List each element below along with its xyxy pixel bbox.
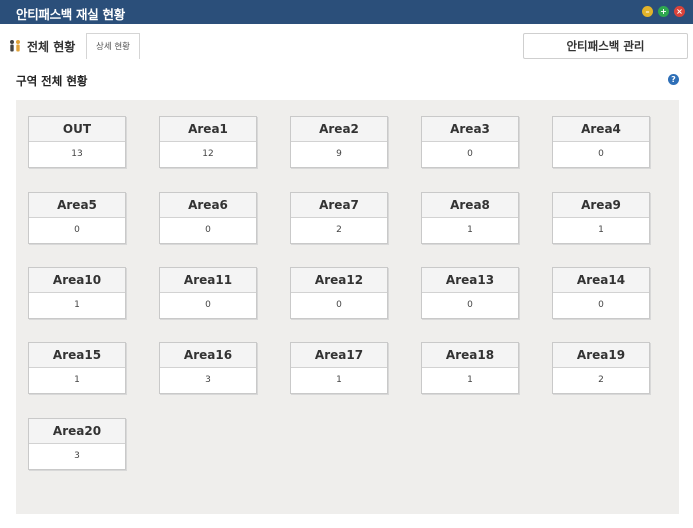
area-count: 0 [336,300,342,310]
area-card[interactable]: Area3 0 [421,116,519,168]
area-name: Area2 [291,117,387,142]
area-card[interactable]: Area4 0 [552,116,650,168]
area-count: 0 [467,300,473,310]
area-count: 0 [598,149,604,159]
area-card[interactable]: Area17 1 [290,342,388,394]
area-grid-panel: OUT 13 Area1 12 Area2 9 Area3 0 Area4 0 Area5 0 Area… [16,100,679,514]
area-card[interactable]: Area18 1 [421,342,519,394]
area-name: Area11 [160,268,256,293]
area-card[interactable]: Area2 9 [290,116,388,168]
minimize-icon[interactable]: – [642,6,653,17]
area-card[interactable]: Area9 1 [552,192,650,244]
area-card[interactable]: Area13 0 [421,267,519,319]
area-count: 0 [598,300,604,310]
area-name: Area3 [422,117,518,142]
area-name: Area10 [29,268,125,293]
area-card[interactable]: OUT 13 [28,116,126,168]
area-name: Area17 [291,343,387,368]
area-name: Area4 [553,117,649,142]
area-card[interactable]: Area1 12 [159,116,257,168]
area-count: 1 [74,300,80,310]
tab-overview-label: 전체 현황 [27,39,76,54]
area-count: 1 [467,375,473,385]
area-name: Area18 [422,343,518,368]
area-name: Area5 [29,193,125,218]
area-card[interactable]: Area5 0 [28,192,126,244]
area-count: 0 [205,300,211,310]
tab-detail[interactable]: 상세 현황 [86,33,140,59]
area-name: Area9 [553,193,649,218]
area-count: 1 [598,225,604,235]
area-name: Area1 [160,117,256,142]
help-icon[interactable]: ? [668,74,679,85]
area-name: Area19 [553,343,649,368]
area-card[interactable]: Area8 1 [421,192,519,244]
area-name: Area13 [422,268,518,293]
area-name: OUT [29,117,125,142]
area-count: 1 [467,225,473,235]
area-count: 2 [598,375,604,385]
area-count: 3 [74,451,80,461]
area-card[interactable]: Area6 0 [159,192,257,244]
close-icon[interactable]: × [674,6,685,17]
area-card[interactable]: Area11 0 [159,267,257,319]
window-title: 안티패스백 재실 현황 [16,7,125,22]
area-name: Area15 [29,343,125,368]
area-count: 1 [74,375,80,385]
area-count: 3 [205,375,211,385]
area-name: Area8 [422,193,518,218]
area-count: 1 [336,375,342,385]
area-name: Area14 [553,268,649,293]
area-card[interactable]: Area19 2 [552,342,650,394]
area-count: 0 [205,225,211,235]
area-count: 0 [74,225,80,235]
area-name: Area7 [291,193,387,218]
area-card[interactable]: Area16 3 [159,342,257,394]
area-card[interactable]: Area12 0 [290,267,388,319]
area-card[interactable]: Area7 2 [290,192,388,244]
area-name: Area16 [160,343,256,368]
area-name: Area20 [29,419,125,444]
area-name: Area6 [160,193,256,218]
area-card[interactable]: Area20 3 [28,418,126,470]
area-count: 12 [202,149,214,159]
area-name: Area12 [291,268,387,293]
area-card[interactable]: Area14 0 [552,267,650,319]
area-count: 0 [467,149,473,159]
people-icon [8,39,22,53]
area-count: 13 [71,149,83,159]
antipassback-manage-button[interactable]: 안티패스백 관리 [523,33,688,59]
tab-overview[interactable]: 전체 현황 [8,34,75,58]
area-card[interactable]: Area15 1 [28,342,126,394]
title-bar: 안티패스백 재실 현황 – + × [0,0,693,24]
area-card[interactable]: Area10 1 [28,267,126,319]
area-count: 9 [336,149,342,159]
maximize-icon[interactable]: + [658,6,669,17]
section-title: 구역 전체 현황 [16,74,88,88]
area-count: 2 [336,225,342,235]
